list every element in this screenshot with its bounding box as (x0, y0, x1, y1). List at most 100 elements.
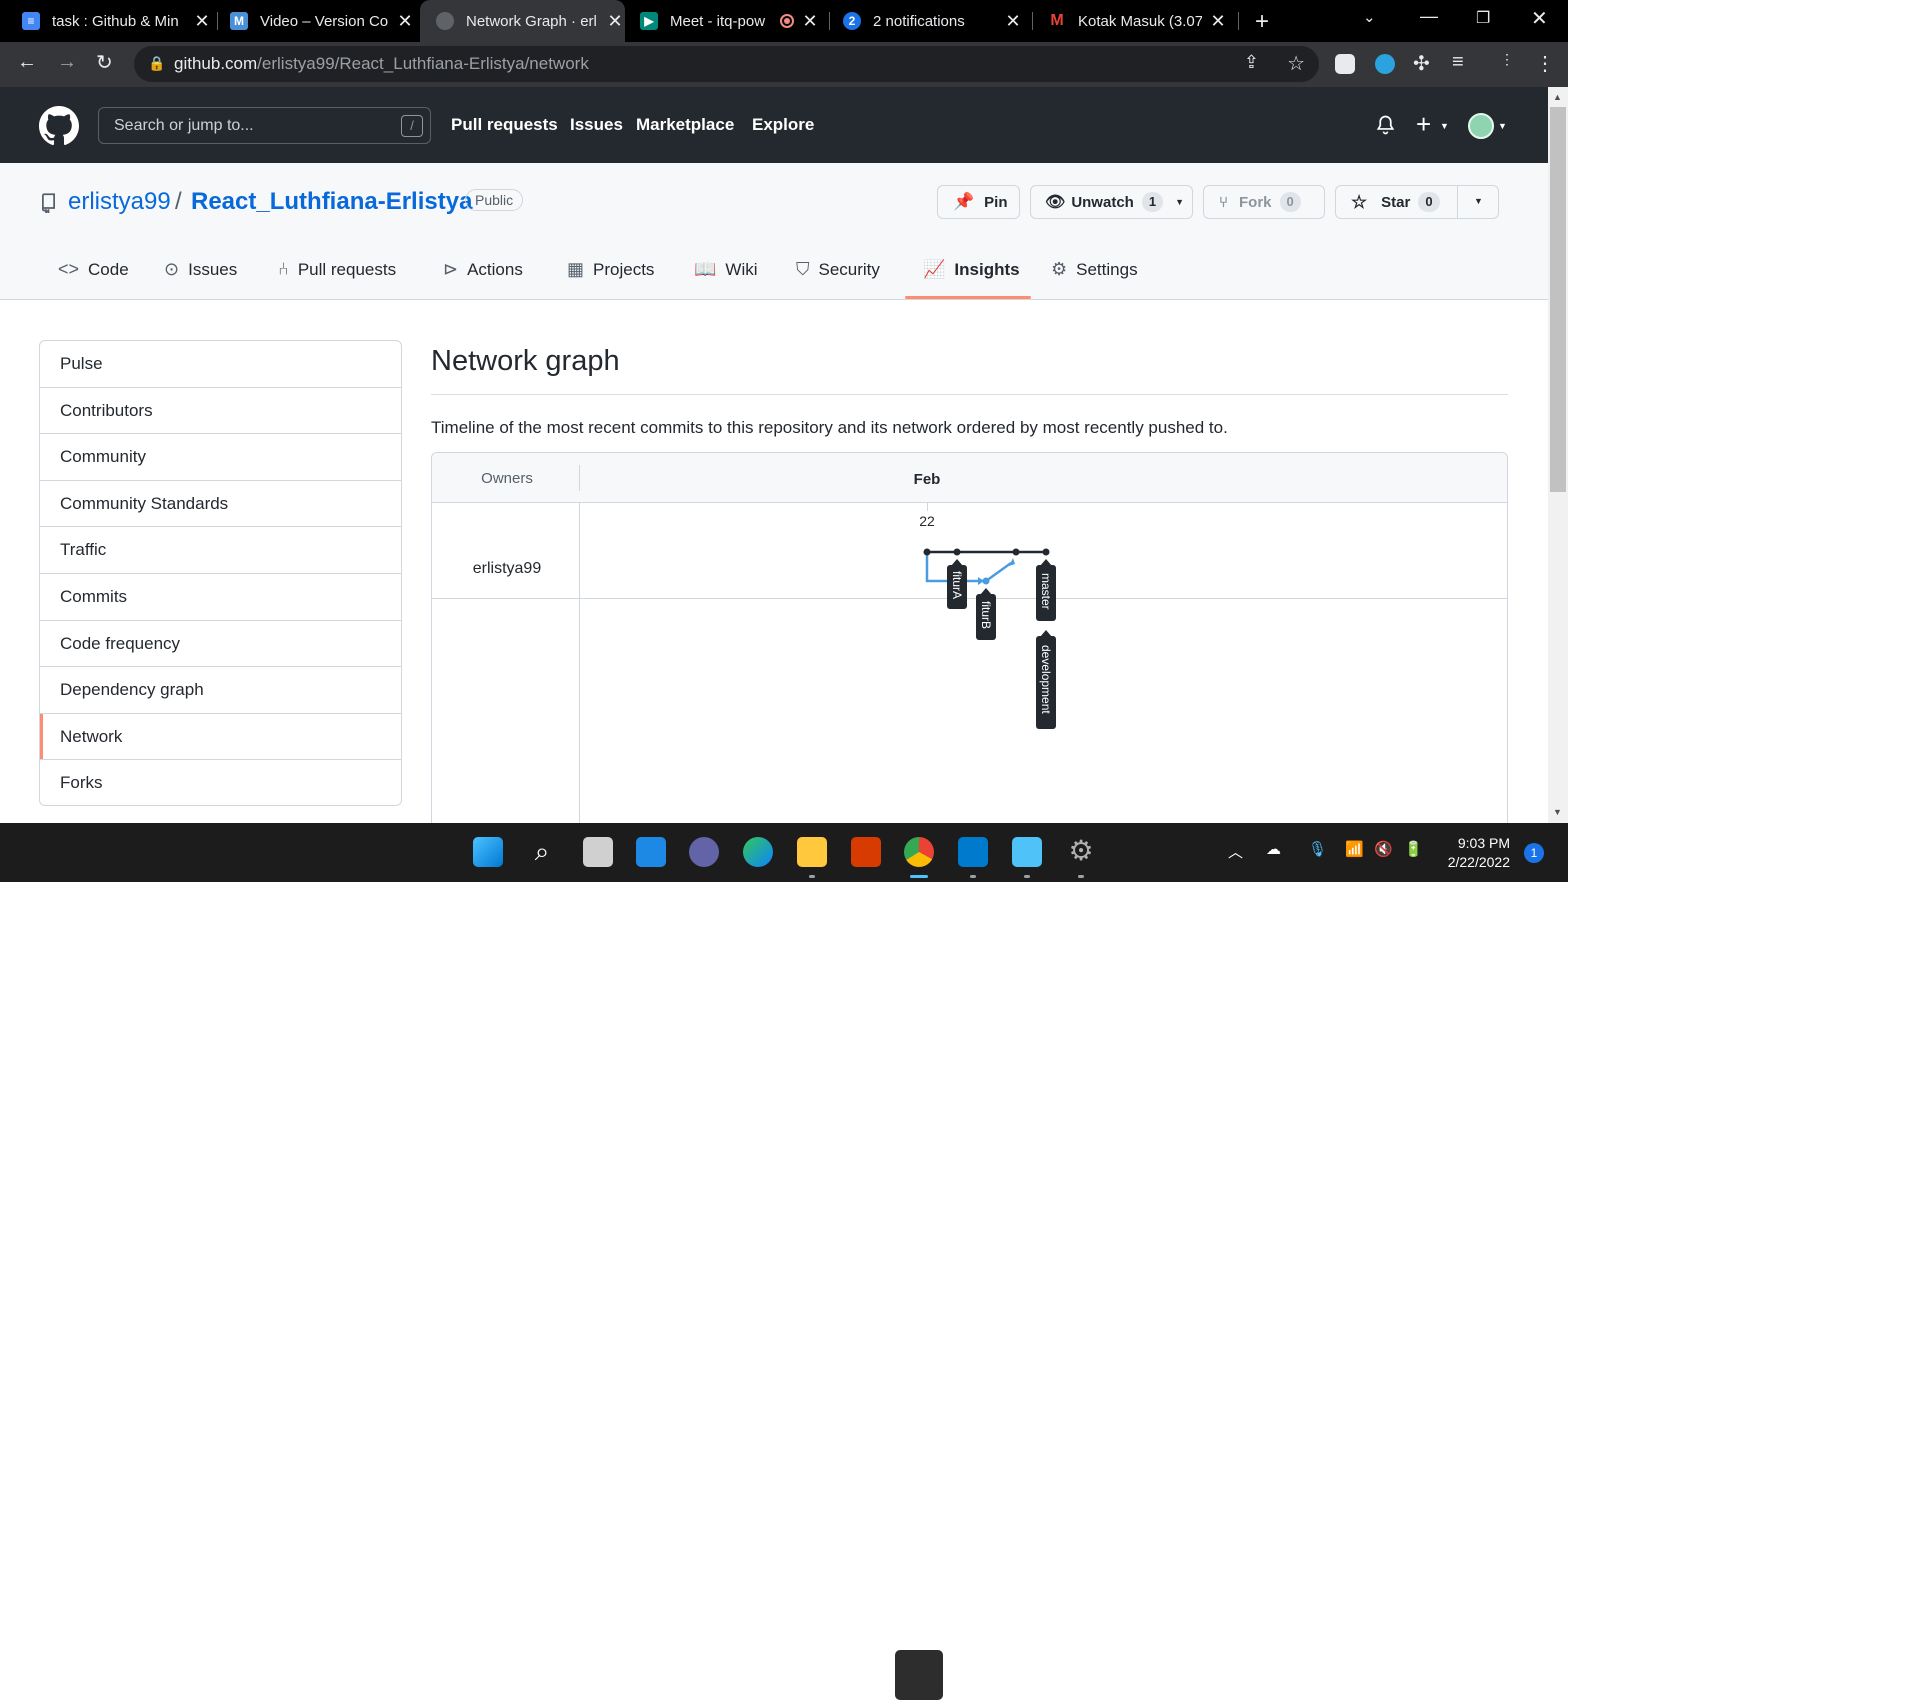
close-tab-icon[interactable]: ✕ (192, 11, 212, 32)
nav-explore[interactable]: Explore (752, 115, 814, 135)
tab-code[interactable]: <> Code (58, 259, 129, 280)
clock-date[interactable]: 2/22/2022 (1440, 854, 1510, 870)
address-bar[interactable]: 🔒 github.com/erlistya99/React_Luthfiana-… (134, 46, 1319, 82)
scroll-down-icon[interactable]: ▼ (1553, 807, 1562, 817)
menu-item-community[interactable]: Community (40, 434, 401, 481)
github-logo-icon[interactable] (39, 106, 79, 146)
back-icon[interactable]: ← (17, 51, 37, 74)
browser-tab[interactable]: M Video – Version Co ✕ (230, 0, 415, 42)
menu-item-contributors[interactable]: Contributors (40, 388, 401, 435)
clock-time[interactable]: 9:03 PM (1442, 835, 1510, 851)
close-tab-icon[interactable]: ✕ (1003, 11, 1023, 32)
profile-dot-icon[interactable]: ⋮ (1500, 51, 1514, 68)
new-tab-icon[interactable]: + (1255, 8, 1269, 36)
media-control-icon[interactable]: ≡ (1452, 51, 1464, 74)
branch-label-development[interactable]: development (1036, 630, 1056, 729)
close-window-icon[interactable]: ✕ (1531, 6, 1548, 31)
restore-icon[interactable]: ❐ (1476, 8, 1490, 28)
notepad-icon[interactable] (1012, 837, 1042, 867)
menu-item-commits[interactable]: Commits (40, 574, 401, 621)
branch-label-fiturA[interactable]: fiturA (947, 559, 967, 609)
extensions-puzzle-icon[interactable]: ✣ (1413, 51, 1430, 76)
page-scrollbar[interactable]: ▲ ▼ (1548, 87, 1568, 823)
close-tab-icon[interactable]: ✕ (800, 11, 820, 32)
extension-icon[interactable] (1335, 54, 1355, 74)
fork-button[interactable]: ⑂ Fork 0 (1203, 185, 1325, 219)
commit-dot[interactable] (923, 548, 931, 556)
vscode-icon[interactable] (958, 837, 988, 867)
avatar[interactable] (1468, 113, 1494, 139)
search-input[interactable]: Search or jump to... / (98, 107, 431, 144)
close-tab-icon[interactable]: ✕ (605, 11, 625, 32)
chat-icon[interactable] (689, 837, 719, 867)
settings-icon[interactable]: ⚙ (1066, 837, 1096, 867)
commit-dot[interactable] (953, 548, 961, 556)
menu-item-community-standards[interactable]: Community Standards (40, 481, 401, 528)
menu-item-network[interactable]: Network (40, 713, 401, 761)
bell-icon[interactable] (1375, 114, 1396, 136)
nav-pull-requests[interactable]: Pull requests (451, 115, 558, 135)
scroll-up-icon[interactable]: ▲ (1553, 92, 1562, 102)
tab-insights[interactable]: 📈 Insights (923, 259, 1020, 280)
tab-actions[interactable]: ⊳ Actions (443, 259, 523, 280)
task-view-icon[interactable] (583, 837, 613, 867)
widgets-icon[interactable] (636, 837, 666, 867)
tab-pull-requests[interactable]: ⑃ Pull requests (278, 259, 396, 280)
start-icon[interactable] (473, 837, 503, 867)
telegram-icon[interactable] (1375, 54, 1395, 74)
close-tab-icon[interactable]: ✕ (1208, 11, 1228, 32)
browser-tab[interactable]: M Kotak Masuk (3.074 ✕ (1048, 0, 1228, 42)
browser-tab[interactable]: ≡ task : Github & Min ✕ (22, 0, 212, 42)
share-icon[interactable]: ⇪ (1244, 52, 1259, 73)
tab-security[interactable]: ⛉ Security (796, 259, 880, 280)
show-hidden-icons-icon[interactable]: ︿ (1228, 841, 1243, 862)
commit-dot[interactable] (1012, 548, 1020, 556)
tab-issues[interactable]: ⊙ Issues (164, 259, 237, 280)
battery-icon[interactable]: 🔋 (1404, 840, 1423, 858)
chrome-icon[interactable] (904, 837, 934, 867)
microphone-icon[interactable]: 🎙 (1308, 840, 1327, 858)
wifi-icon[interactable]: 📶 (1345, 840, 1364, 858)
commit-dot[interactable] (982, 577, 990, 585)
menu-item-code-frequency[interactable]: Code frequency (40, 621, 401, 668)
browser-tab[interactable]: ▶ Meet - itq-pow ✕ (640, 0, 820, 42)
tab-search-icon[interactable]: ⌄ (1363, 8, 1376, 26)
menu-item-pulse[interactable]: Pulse (40, 341, 401, 388)
unwatch-button[interactable]: 👁 Unwatch 1 ▼ (1030, 185, 1193, 219)
repo-name-link[interactable]: React_Luthfiana-Erlistya (191, 188, 472, 216)
branch-label-master[interactable]: master (1036, 559, 1056, 621)
branch-label-fiturB[interactable]: fiturB (976, 588, 996, 640)
browser-tab-active[interactable]: Network Graph · erl ✕ (420, 0, 625, 42)
office-icon[interactable] (851, 837, 881, 867)
close-tab-icon[interactable]: ✕ (395, 11, 415, 32)
nav-issues[interactable]: Issues (570, 115, 623, 135)
nav-marketplace[interactable]: Marketplace (636, 115, 734, 135)
owner-name[interactable]: erlistya99 (473, 560, 542, 577)
network-graph-canvas[interactable]: Owners Feb 22 erlistya99 fiturA fiturB m (432, 453, 1508, 832)
volume-muted-icon[interactable]: 🔇 (1374, 840, 1393, 858)
reload-icon[interactable]: ↻ (96, 50, 113, 75)
onedrive-icon[interactable]: ☁ (1266, 840, 1281, 858)
network-graph[interactable]: Owners Feb 22 erlistya99 fiturA fiturB m (431, 452, 1508, 832)
minimize-icon[interactable]: — (1420, 6, 1438, 27)
search-icon[interactable]: ⌕ (527, 837, 557, 867)
notification-center-badge[interactable]: 1 (1524, 843, 1544, 863)
bookmark-star-icon[interactable]: ☆ (1287, 51, 1305, 76)
tab-wiki[interactable]: 📖 Wiki (694, 259, 758, 280)
tab-projects[interactable]: ▦ Projects (567, 259, 654, 280)
scrollbar-thumb[interactable] (1550, 107, 1566, 492)
star-button[interactable]: ☆ Star 0 ▼ (1335, 185, 1499, 219)
menu-item-traffic[interactable]: Traffic (40, 527, 401, 574)
menu-item-dependency-graph[interactable]: Dependency graph (40, 667, 401, 714)
browser-tab[interactable]: 2 2 notifications ✕ (843, 0, 1023, 42)
commit-dot[interactable] (1042, 548, 1050, 556)
menu-item-forks[interactable]: Forks (40, 760, 401, 805)
edge-icon[interactable] (743, 837, 773, 867)
file-explorer-icon[interactable] (797, 837, 827, 867)
tab-settings[interactable]: ⚙ Settings (1051, 259, 1138, 280)
repo-owner-link[interactable]: erlistya99 (68, 188, 171, 216)
forward-icon[interactable]: → (57, 51, 77, 74)
pin-button[interactable]: 📌 Pin (937, 185, 1020, 219)
chrome-menu-icon[interactable]: ⋮ (1535, 51, 1555, 76)
create-new-icon[interactable]: + (1416, 109, 1431, 140)
